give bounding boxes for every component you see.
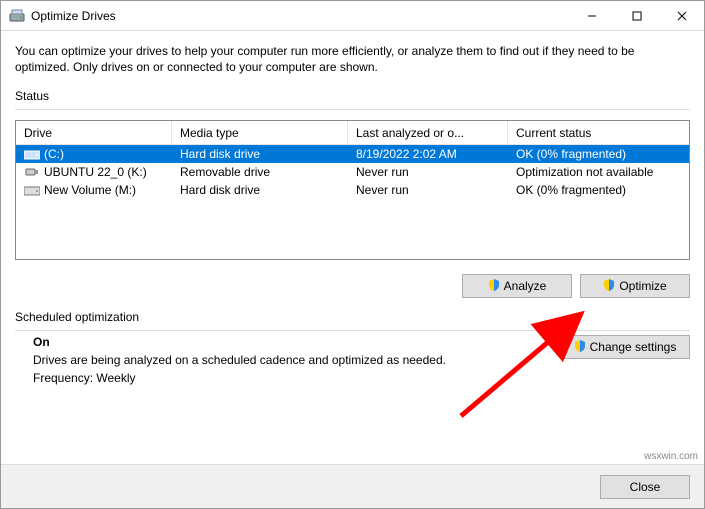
intro-text: You can optimize your drives to help you… [15,43,690,75]
analyze-label: Analyze [504,279,547,293]
change-settings-button[interactable]: Change settings [560,335,690,359]
hdd-icon [24,147,40,161]
titlebar: Optimize Drives [1,1,704,31]
shield-icon [574,340,586,355]
status-divider [15,109,690,110]
close-window-button[interactable]: Close [600,475,690,499]
table-row[interactable]: UBUNTU 22_0 (K:) Removable drive Never r… [16,163,689,181]
footer: Close [1,464,704,508]
drive-status: OK (0% fragmented) [508,183,689,197]
window-title: Optimize Drives [31,9,569,23]
drive-name: New Volume (M:) [44,183,136,197]
minimize-button[interactable] [569,1,614,31]
hdd-icon [24,183,40,197]
table-row[interactable]: (C:) Hard disk drive 8/19/2022 2:02 AM O… [16,145,689,163]
optimize-button[interactable]: Optimize [580,274,690,298]
status-label: Status [15,89,690,103]
scheduled-freq: Frequency: Weekly [33,371,560,385]
scheduled-desc: Drives are being analyzed on a scheduled… [33,353,560,367]
optimize-label: Optimize [619,279,666,293]
col-drive[interactable]: Drive [16,121,172,145]
drive-last: 8/19/2022 2:02 AM [348,147,508,161]
table-header: Drive Media type Last analyzed or o... C… [16,121,689,145]
close-label: Close [630,480,661,494]
scheduled-label: Scheduled optimization [15,310,690,324]
col-media[interactable]: Media type [172,121,348,145]
drive-media: Hard disk drive [172,183,348,197]
drive-status: OK (0% fragmented) [508,147,689,161]
drive-media: Removable drive [172,165,348,179]
drive-name: (C:) [44,147,64,161]
change-settings-label: Change settings [590,340,677,354]
table-row[interactable]: New Volume (M:) Hard disk drive Never ru… [16,181,689,199]
usb-icon [24,165,40,179]
close-button[interactable] [659,1,704,31]
shield-icon [488,279,500,294]
action-buttons: Analyze Optimize [15,274,690,298]
window-content: You can optimize your drives to help you… [1,31,704,397]
scheduled-divider [15,330,690,331]
drive-status: Optimization not available [508,165,689,179]
maximize-button[interactable] [614,1,659,31]
drive-last: Never run [348,183,508,197]
shield-icon [603,279,615,294]
drive-media: Hard disk drive [172,147,348,161]
col-status[interactable]: Current status [508,121,689,145]
watermark: wsxwin.com [644,451,698,462]
drive-last: Never run [348,165,508,179]
scheduled-section: Scheduled optimization On Drives are bei… [15,310,690,389]
analyze-button[interactable]: Analyze [462,274,572,298]
app-icon [9,8,25,24]
drives-table: Drive Media type Last analyzed or o... C… [15,120,690,260]
col-last[interactable]: Last analyzed or o... [348,121,508,145]
scheduled-state: On [33,335,560,349]
drive-name: UBUNTU 22_0 (K:) [44,165,147,179]
